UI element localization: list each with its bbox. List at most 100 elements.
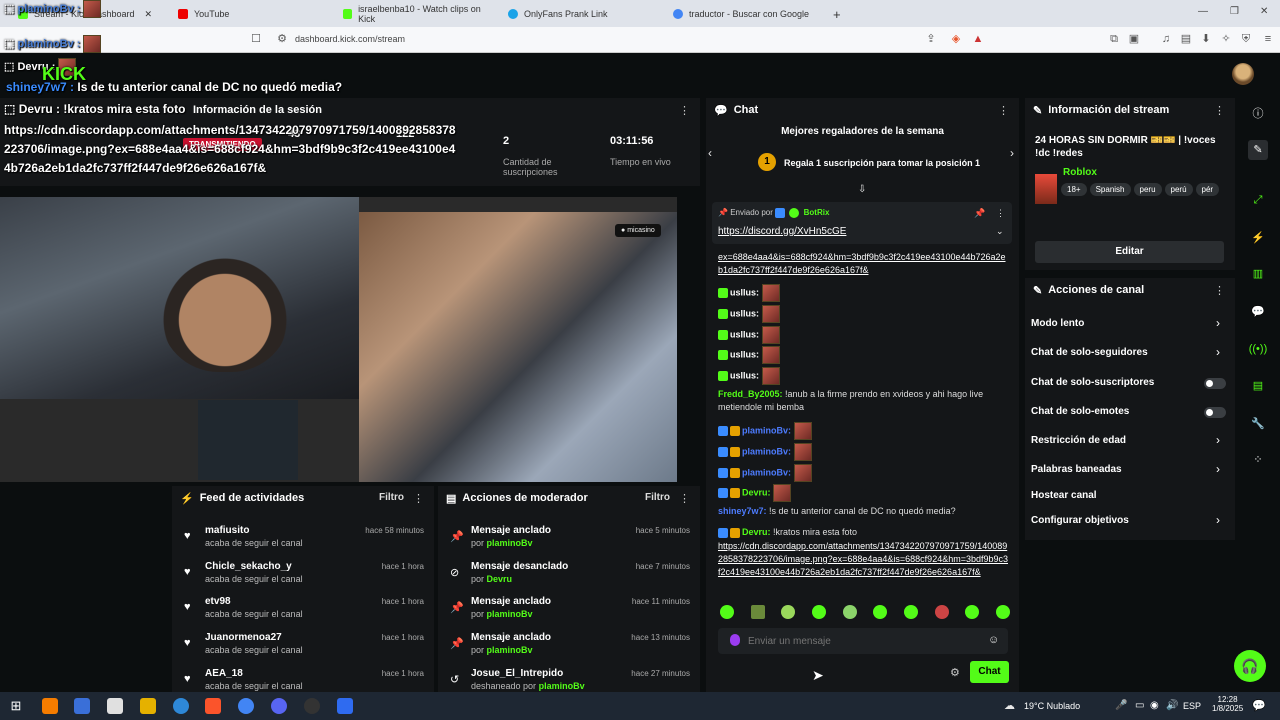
mic-icon[interactable]: 🎤 <box>1115 700 1127 711</box>
chevron-right-icon[interactable]: › <box>1216 345 1220 359</box>
notifications-icon[interactable]: 💬 <box>1252 699 1266 712</box>
list-icon[interactable]: ▤ <box>1248 376 1268 396</box>
chevron-right-icon[interactable]: › <box>1010 146 1014 160</box>
discord-icon[interactable] <box>271 698 287 714</box>
obs-icon[interactable] <box>304 698 320 714</box>
tab-youtube[interactable]: YouTube <box>170 4 330 24</box>
emoji-icon[interactable]: ☺ <box>988 634 999 646</box>
app-icon[interactable] <box>337 698 353 714</box>
mic-icon[interactable] <box>730 634 740 646</box>
app-icon[interactable] <box>74 698 90 714</box>
app-icon[interactable] <box>42 698 58 714</box>
tab-google[interactable]: traductor - Buscar con Google <box>665 4 825 24</box>
bolt-icon[interactable]: ⚡ <box>1248 228 1268 248</box>
new-tab-button[interactable]: + <box>825 4 849 24</box>
media-icon[interactable]: ♫ <box>1160 33 1172 45</box>
more-options-icon[interactable]: ⋮ <box>679 492 690 505</box>
volume-icon[interactable]: 🔊 <box>1166 700 1178 711</box>
emote-icon[interactable] <box>903 605 918 619</box>
clock[interactable]: 12:28 1/8/2025 <box>1212 695 1243 713</box>
edge-icon[interactable] <box>173 698 189 714</box>
action-configure-goals[interactable]: Configurar objetivos <box>1031 515 1129 526</box>
brave-shield-icon[interactable]: ◈ <box>950 33 962 45</box>
file-explorer-icon[interactable] <box>140 698 156 714</box>
app-icon[interactable] <box>107 698 123 714</box>
downloads-icon[interactable]: ⬇ <box>1200 33 1212 45</box>
emote-icon[interactable] <box>873 605 888 619</box>
action-age-restriction[interactable]: Restricción de edad <box>1031 435 1126 446</box>
chevron-down-icon[interactable]: ⌄ <box>996 226 1004 237</box>
chevron-right-icon[interactable]: › <box>1216 513 1220 527</box>
emote-icon[interactable] <box>842 605 857 619</box>
chat-input[interactable] <box>748 632 978 650</box>
tab-onlyfans[interactable]: OnlyFans Prank Link <box>500 4 660 24</box>
leo-icon[interactable]: ✧ <box>1220 33 1232 45</box>
wallet-icon[interactable]: ▣ <box>1128 33 1140 45</box>
language-indicator[interactable]: ESP <box>1183 701 1201 711</box>
close-window-icon[interactable]: ✕ <box>1260 6 1268 17</box>
chevron-right-icon[interactable]: › <box>1216 462 1220 476</box>
network-icon[interactable]: ◉ <box>1150 700 1159 711</box>
url-field[interactable]: dashboard.kick.com/stream <box>295 34 405 44</box>
maximize-icon[interactable]: ❐ <box>1230 6 1239 17</box>
filter-button[interactable]: Filtro <box>379 492 404 503</box>
scroll-down-icon[interactable]: ⇩ <box>858 184 866 195</box>
drag-icon[interactable]: ⁘ <box>1248 450 1268 470</box>
more-options-icon[interactable]: ⋮ <box>413 492 424 505</box>
more-options-icon[interactable]: ⋮ <box>1214 104 1225 117</box>
edit-button[interactable]: Editar <box>1035 241 1224 263</box>
extensions-icon[interactable]: ⧉ <box>1108 33 1120 45</box>
emote-icon[interactable] <box>965 605 980 619</box>
emote-icon[interactable] <box>781 605 796 619</box>
settings-icon[interactable]: ⚙ <box>950 666 960 679</box>
emote-icon[interactable] <box>934 605 949 619</box>
start-icon[interactable]: ⊞ <box>8 698 24 714</box>
filter-button[interactable]: Filtro <box>645 492 670 503</box>
chevron-right-icon[interactable]: › <box>1216 433 1220 447</box>
sidebar-icon[interactable]: ▤ <box>1180 33 1192 45</box>
more-options-icon[interactable]: ⋮ <box>679 104 690 117</box>
site-info-icon[interactable]: ⚙ <box>276 33 288 45</box>
brave-icon[interactable] <box>205 698 221 714</box>
bookmark-icon[interactable]: ☐ <box>250 33 262 45</box>
broadcast-icon[interactable]: ((•)) <box>1248 339 1268 359</box>
emotes-only-toggle[interactable] <box>1204 407 1226 418</box>
tab-kick-clips[interactable]: israelbenba10 - Watch clips on Kick <box>335 4 495 24</box>
book-icon[interactable]: ▥ <box>1248 264 1268 284</box>
emote-icon[interactable] <box>995 605 1010 619</box>
info-icon[interactable]: ⓘ <box>1248 104 1268 124</box>
minimize-icon[interactable]: — <box>1198 6 1208 17</box>
more-options-icon[interactable]: ⋮ <box>996 208 1005 219</box>
chat-send-button[interactable]: Chat <box>970 661 1009 683</box>
expand-icon[interactable]: ⤢ <box>1248 190 1268 210</box>
action-slow-mode[interactable]: Modo lento <box>1031 318 1084 329</box>
support-icon[interactable]: 🎧 <box>1234 650 1266 682</box>
pin-toggle-icon[interactable]: 📌 <box>974 208 985 219</box>
chevron-left-icon[interactable]: ‹ <box>708 146 712 160</box>
close-icon[interactable]: ✕ <box>144 9 152 20</box>
emote-icon[interactable] <box>811 605 826 619</box>
more-options-icon[interactable]: ⋮ <box>1214 284 1225 297</box>
gift-cta[interactable]: Regala 1 suscripción para tomar la posic… <box>784 158 980 168</box>
pinned-link[interactable]: https://discord.gg/XvHn5cGE <box>718 226 846 237</box>
weather-text[interactable]: 19°C Nublado <box>1024 701 1080 711</box>
category-label[interactable]: Roblox <box>1063 167 1097 178</box>
action-followers-only[interactable]: Chat de solo-seguidores <box>1031 347 1148 358</box>
chat-icon[interactable]: 💬 <box>1248 302 1268 322</box>
vpn-icon[interactable]: ⛨ <box>1240 33 1252 45</box>
action-host-channel[interactable]: Hostear canal <box>1031 490 1097 501</box>
brave-rewards-icon[interactable]: ▲ <box>972 33 984 45</box>
wrench-icon[interactable]: 🔧 <box>1248 414 1268 434</box>
more-options-icon[interactable]: ⋮ <box>998 104 1009 117</box>
menu-icon[interactable]: ≡ <box>1262 33 1274 45</box>
emote-icon[interactable] <box>720 605 734 619</box>
edit-icon[interactable]: ✎ <box>1248 140 1268 160</box>
emote-icon[interactable] <box>750 605 765 619</box>
tray-icon[interactable]: ▭ <box>1135 700 1144 711</box>
subscribers-only-toggle[interactable] <box>1204 378 1226 389</box>
chrome-icon[interactable] <box>238 698 254 714</box>
share-icon[interactable]: ⇪ <box>925 33 937 45</box>
action-banned-words[interactable]: Palabras baneadas <box>1031 464 1122 475</box>
chevron-right-icon[interactable]: › <box>1216 316 1220 330</box>
avatar[interactable] <box>1232 63 1254 85</box>
